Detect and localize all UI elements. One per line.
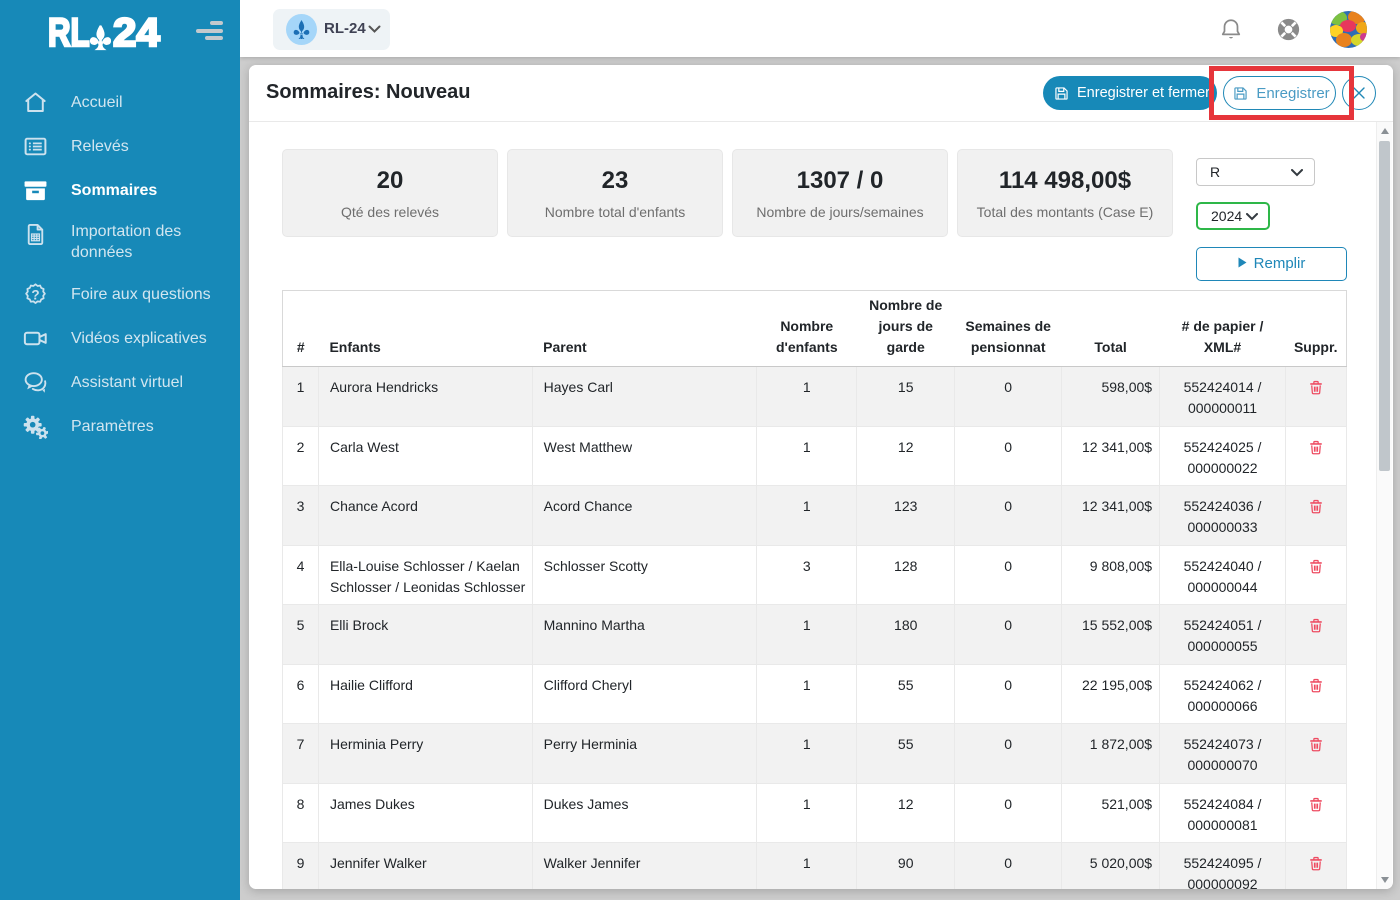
svg-text:?: ? bbox=[31, 287, 39, 302]
